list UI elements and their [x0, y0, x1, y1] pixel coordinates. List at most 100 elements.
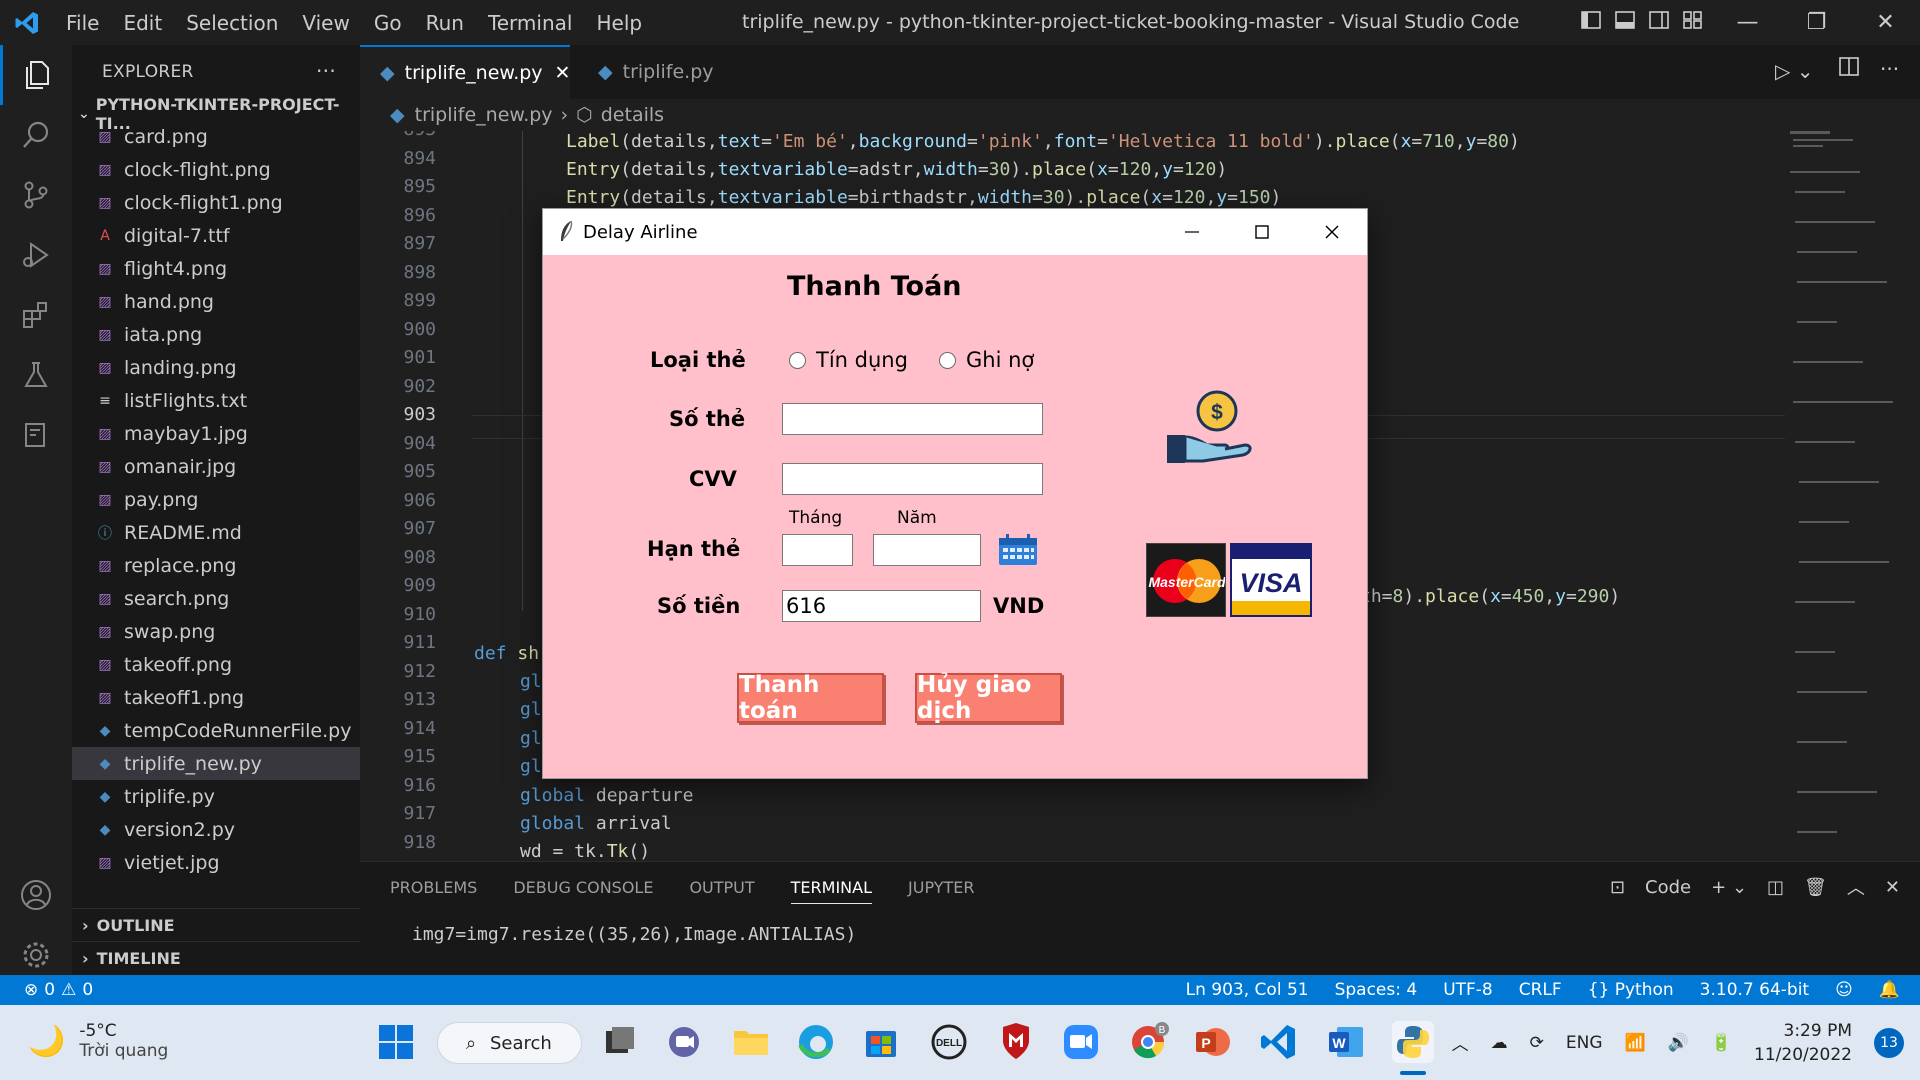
language-mode[interactable]: {} Python	[1588, 980, 1674, 1000]
extensions-icon[interactable]	[0, 285, 72, 345]
start-windows-icon[interactable]	[375, 1021, 417, 1063]
split-editor-icon[interactable]	[1838, 55, 1862, 83]
file-item[interactable]: ▨ maybay1.jpg	[72, 417, 360, 450]
cvv-input[interactable]	[782, 463, 1043, 495]
powerpoint-icon[interactable]: P	[1192, 1021, 1234, 1063]
file-item[interactable]: ▨ card.png	[72, 120, 360, 153]
restore-icon[interactable]: ❐	[1782, 0, 1851, 45]
menu-selection[interactable]: Selection	[174, 11, 290, 35]
weather-widget[interactable]: 🌙 -5°C Trời quang	[28, 1021, 168, 1061]
microsoft-store-icon[interactable]	[860, 1021, 902, 1063]
taskbar-search[interactable]: ⌕ Search	[437, 1022, 582, 1064]
clock[interactable]: 3:29 PM 11/20/2022	[1754, 1019, 1852, 1067]
expiry-month-input[interactable]	[782, 534, 853, 566]
file-item[interactable]: ▨ omanair.jpg	[72, 450, 360, 483]
pay-button[interactable]: Thanh toán	[737, 672, 884, 724]
file-item[interactable]: ▨ landing.png	[72, 351, 360, 384]
terminal-output[interactable]: img7=img7.resize((35,26),Image.ANTIALIAS…	[412, 924, 856, 945]
file-item[interactable]: ▨ flight4.png	[72, 252, 360, 285]
explorer-icon[interactable]	[0, 45, 72, 105]
wifi-icon[interactable]: 📶	[1625, 1033, 1646, 1053]
problems-status[interactable]: ⊗ 0 ⚠ 0	[24, 980, 93, 1000]
close-panel-icon[interactable]: ✕	[1885, 877, 1900, 898]
python-app-icon[interactable]	[1392, 1021, 1434, 1063]
calendar-icon[interactable]	[998, 534, 1038, 570]
menu-view[interactable]: View	[290, 11, 361, 35]
menu-file[interactable]: File	[54, 11, 111, 35]
run-python-icon[interactable]: ▷ ⌄	[1775, 59, 1814, 83]
file-explorer-icon[interactable]	[730, 1021, 772, 1063]
notification-count-badge[interactable]: 13	[1874, 1027, 1904, 1058]
minimize-icon[interactable]: —	[1713, 0, 1782, 45]
tab-triplife-new[interactable]: ◆ triplife_new.py ✕	[360, 45, 570, 99]
menu-help[interactable]: Help	[584, 11, 654, 35]
run-debug-icon[interactable]	[0, 225, 72, 285]
cancel-transaction-button[interactable]: Hủy giao dịch	[915, 672, 1062, 724]
tab-jupyter[interactable]: JUPYTER	[908, 878, 975, 904]
close-tab-icon[interactable]: ✕	[555, 62, 571, 84]
minimap[interactable]	[1785, 131, 1905, 861]
chevron-up-icon[interactable]: ︿	[1452, 1030, 1469, 1055]
input-language[interactable]: ENG	[1566, 1033, 1603, 1053]
sync-icon[interactable]: ⟳	[1530, 1033, 1544, 1053]
notifications-bell-icon[interactable]: 🔔	[1879, 980, 1900, 1000]
expiry-year-input[interactable]	[873, 534, 981, 566]
chat-icon[interactable]	[663, 1021, 705, 1063]
amount-input[interactable]: 616	[782, 590, 981, 622]
zoom-icon[interactable]	[1060, 1021, 1102, 1063]
end-of-line[interactable]: CRLF	[1519, 980, 1562, 1000]
battery-icon[interactable]: 🔋	[1711, 1033, 1732, 1053]
file-item[interactable]: ⓘ README.md	[72, 516, 360, 549]
menu-edit[interactable]: Edit	[111, 11, 174, 35]
outline-section[interactable]: › OUTLINE	[72, 908, 360, 941]
file-item[interactable]: ≡ listFlights.txt	[72, 384, 360, 417]
encoding[interactable]: UTF-8	[1443, 980, 1493, 1000]
file-item[interactable]: ▨ takeoff.png	[72, 648, 360, 681]
toggle-secondary-sidebar-icon[interactable]	[1648, 9, 1672, 33]
tab-debug-console[interactable]: DEBUG CONSOLE	[513, 878, 653, 904]
file-item[interactable]: ▨ takeoff1.png	[72, 681, 360, 714]
terminal-name[interactable]: Code	[1645, 877, 1691, 898]
card-number-input[interactable]	[782, 403, 1043, 435]
mcafee-icon[interactable]	[995, 1021, 1037, 1063]
more-actions-icon[interactable]: ···	[316, 59, 336, 83]
kill-terminal-icon[interactable]: 🗑	[1804, 877, 1827, 898]
tab-terminal[interactable]: TERMINAL	[790, 878, 873, 904]
remote-explorer-icon[interactable]	[0, 405, 72, 465]
file-item[interactable]: ▨ vietjet.jpg	[72, 846, 360, 879]
file-item[interactable]: Adigital-7.ttf	[72, 219, 360, 252]
volume-icon[interactable]: 🔊	[1668, 1033, 1689, 1053]
dialog-titlebar[interactable]: Delay Airline	[543, 209, 1367, 255]
menu-go[interactable]: Go	[362, 11, 414, 35]
menu-run[interactable]: Run	[414, 11, 476, 35]
dialog-maximize-icon[interactable]	[1227, 209, 1297, 255]
breadcrumb-symbol[interactable]: details	[601, 104, 664, 126]
file-item[interactable]: ◆ triplife_new.py	[72, 747, 360, 780]
file-item[interactable]: ◆ triplife.py	[72, 780, 360, 813]
menu-terminal[interactable]: Terminal	[476, 11, 585, 35]
timeline-section[interactable]: › TIMELINE	[72, 941, 360, 974]
edge-browser-icon[interactable]	[795, 1021, 837, 1063]
file-item[interactable]: ▨ clock-flight1.png	[72, 186, 360, 219]
editor-more-icon[interactable]: ···	[1880, 57, 1899, 81]
radio-credit[interactable]: Tín dụng	[789, 348, 908, 372]
feedback-icon[interactable]: ☺	[1835, 980, 1853, 1000]
onedrive-cloud-icon[interactable]: ☁	[1491, 1033, 1508, 1053]
source-control-icon[interactable]	[0, 165, 72, 225]
python-interpreter[interactable]: 3.10.7 64-bit	[1700, 980, 1809, 1000]
file-item[interactable]: ▨ replace.png	[72, 549, 360, 582]
tab-output[interactable]: OUTPUT	[689, 878, 754, 904]
dialog-minimize-icon[interactable]	[1157, 209, 1227, 255]
maximize-panel-icon[interactable]: ︿	[1847, 874, 1865, 900]
new-terminal-icon[interactable]: + ⌄	[1711, 877, 1747, 898]
dell-icon[interactable]: DELL	[928, 1021, 970, 1063]
word-icon[interactable]: W	[1325, 1021, 1367, 1063]
file-item[interactable]: ◆ tempCodeRunnerFile.py	[72, 714, 360, 747]
customize-layout-icon[interactable]	[1682, 9, 1706, 33]
search-icon[interactable]	[0, 105, 72, 165]
accounts-icon[interactable]	[0, 865, 72, 925]
testing-icon[interactable]	[0, 345, 72, 405]
file-item[interactable]: ▨ iata.png	[72, 318, 360, 351]
file-item[interactable]: ▨ clock-flight.png	[72, 153, 360, 186]
radio-debit[interactable]: Ghi nợ	[939, 348, 1034, 372]
